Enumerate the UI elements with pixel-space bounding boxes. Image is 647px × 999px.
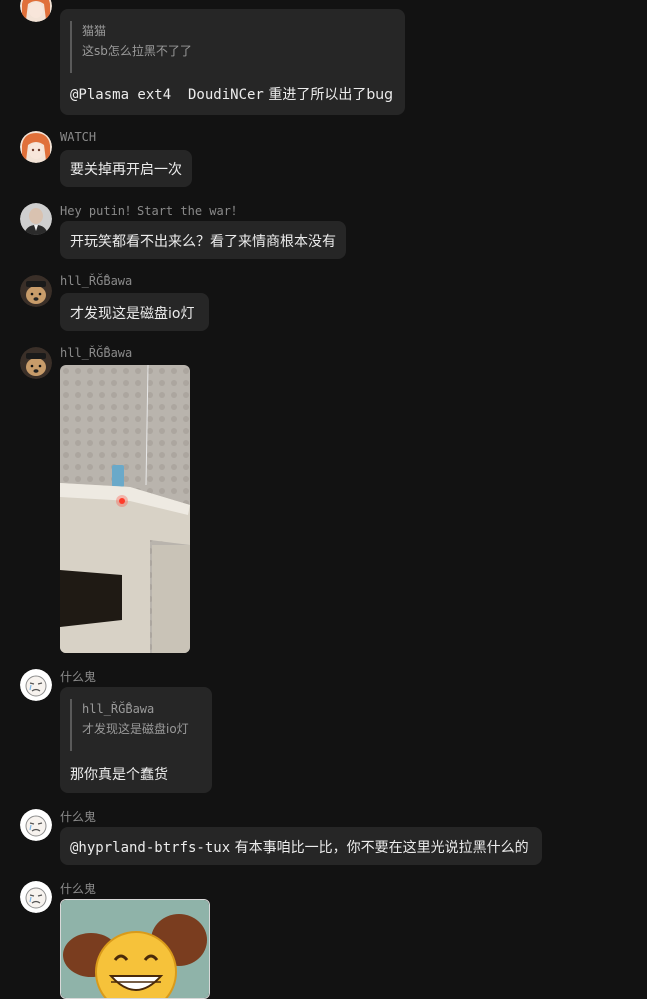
reply-quote[interactable]: 猫猫 这sb怎么拉黑不了了	[70, 21, 192, 73]
message-bubble[interactable]: 开玩笑都看不出来么？看了来情商根本没有	[60, 221, 346, 259]
avatar[interactable]	[20, 881, 52, 913]
crying-cartoon-icon	[20, 669, 52, 701]
avatar[interactable]	[20, 203, 52, 235]
message-bubble[interactable]: 猫猫 这sb怎么拉黑不了了 @Plasma ext4 DoudiNCer 重进了…	[60, 9, 405, 115]
sender-name[interactable]: 什么鬼	[60, 668, 96, 685]
avatar[interactable]	[20, 809, 52, 841]
crying-cartoon-icon	[20, 809, 52, 841]
crying-cartoon-icon	[20, 881, 52, 913]
sender-name[interactable]: 什么鬼	[60, 880, 96, 897]
message-text-row: @Plasma ext4 DoudiNCer 重进了所以出了bug	[70, 84, 393, 104]
avatar[interactable]	[20, 347, 52, 379]
orange-hair-anime-icon	[20, 0, 52, 22]
quote-author: hll_ŘĞ̊Bawa	[82, 702, 155, 716]
orange-hair-anime-icon	[20, 131, 52, 163]
dog-with-hat-icon	[20, 275, 52, 307]
sender-name[interactable]: Hey putin！Start the war！	[60, 202, 243, 219]
avatar[interactable]	[20, 669, 52, 701]
message-text: 那你真是个蠢货	[70, 767, 168, 783]
sender-name[interactable]: hll_ŘĞ̊Bawa	[60, 274, 132, 288]
quote-author: 猫猫	[82, 24, 107, 38]
avatar[interactable]	[20, 0, 52, 22]
photo-attachment[interactable]	[60, 365, 190, 653]
message-bubble[interactable]: 要关掉再开启一次	[60, 150, 192, 187]
grinning-face-sticker-icon	[61, 900, 209, 998]
sticker-attachment[interactable]	[60, 899, 210, 999]
message-text: 开玩笑都看不出来么？看了来情商根本没有	[70, 234, 336, 250]
mention-link[interactable]: @Plasma ext4 DoudiNCer	[70, 87, 264, 103]
quote-text: 才发现这是磁盘io灯	[82, 722, 189, 736]
message-text: 才发现这是磁盘io灯	[70, 306, 195, 322]
message-bubble[interactable]: hll_ŘĞ̊Bawa 才发现这是磁盘io灯 那你真是个蠢货	[60, 687, 212, 793]
chat-message-list[interactable]: 猫猫 这sb怎么拉黑不了了 @Plasma ext4 DoudiNCer 重进了…	[0, 0, 647, 999]
message-bubble[interactable]: @hyprland-btrfs-tux 有本事咱比一比，你不要在这里光说拉黑什么…	[60, 827, 542, 865]
device-photo-image	[60, 365, 190, 653]
avatar[interactable]	[20, 131, 52, 163]
message-text: 重进了所以出了bug	[268, 87, 393, 103]
mention-link[interactable]: @hyprland-btrfs-tux	[70, 840, 230, 856]
sender-name[interactable]: hll_ŘĞ̊Bawa	[60, 346, 132, 360]
message-bubble[interactable]: 才发现这是磁盘io灯	[60, 293, 209, 331]
reply-quote[interactable]: hll_ŘĞ̊Bawa 才发现这是磁盘io灯	[70, 699, 189, 751]
avatar[interactable]	[20, 275, 52, 307]
message-text-row: @hyprland-btrfs-tux 有本事咱比一比，你不要在这里光说拉黑什么…	[70, 837, 529, 857]
dog-with-hat-icon	[20, 347, 52, 379]
message-text: 要关掉再开启一次	[70, 162, 182, 178]
message-text: 有本事咱比一比，你不要在这里光说拉黑什么的	[234, 840, 529, 856]
quote-text: 这sb怎么拉黑不了了	[82, 44, 192, 58]
man-in-suit-icon	[20, 203, 52, 235]
sender-name[interactable]: 什么鬼	[60, 808, 96, 825]
sender-name[interactable]: WATCH	[60, 130, 96, 144]
